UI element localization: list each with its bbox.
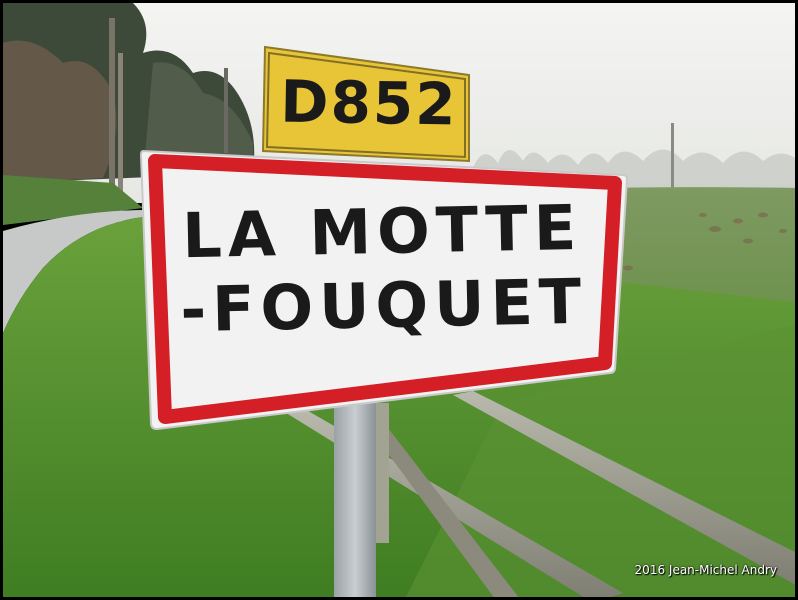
- road-number-text: D852: [279, 67, 459, 139]
- utility-pole: [671, 123, 674, 193]
- town-sign-text: LA MOTTE -FOUQUET: [152, 190, 615, 347]
- utility-pole: [224, 68, 228, 153]
- town-name-line2: -FOUQUET: [179, 264, 588, 347]
- sign-post: [334, 403, 376, 597]
- town-name-line1: LA MOTTE: [181, 190, 583, 273]
- photo-frame: D852 LA MOTTE -FOUQUET 2016 Jean-Michel …: [0, 0, 798, 600]
- photo-credit: 2016 Jean-Michel Andry: [634, 563, 777, 577]
